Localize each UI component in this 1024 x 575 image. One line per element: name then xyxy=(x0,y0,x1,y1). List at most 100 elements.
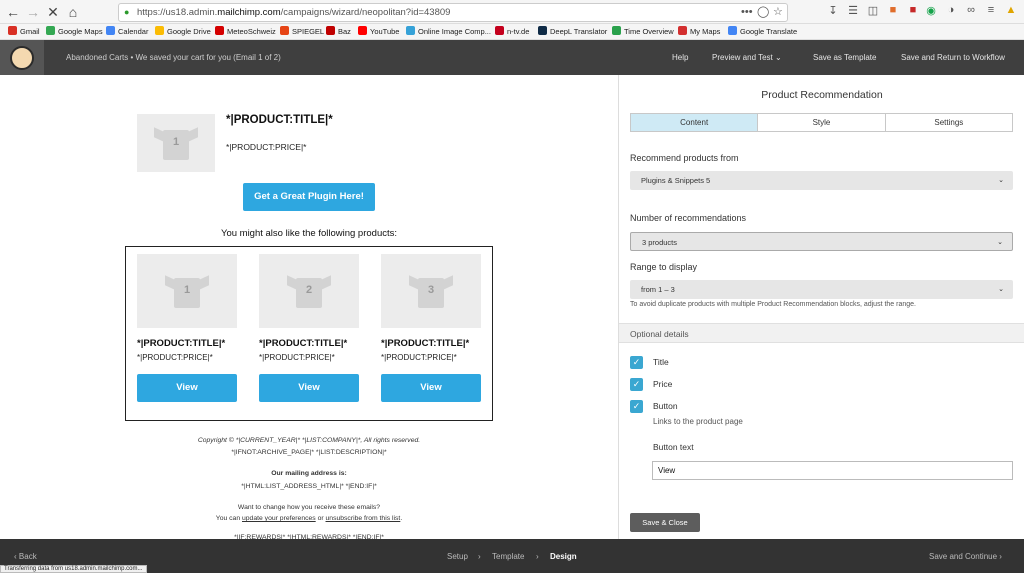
tshirt-icon: 1 xyxy=(154,126,198,160)
step-setup[interactable]: Setup xyxy=(447,539,468,575)
bookmark-meteoschweiz[interactable]: MeteoSchweiz xyxy=(215,24,276,40)
sidebar-icon[interactable]: ◫ xyxy=(866,4,880,17)
title-checkbox[interactable]: ✓ xyxy=(630,356,643,369)
library-icon[interactable]: ☰ xyxy=(846,4,860,17)
product-title: *|PRODUCT:TITLE|* xyxy=(259,338,348,349)
button-text-input[interactable]: View xyxy=(652,461,1013,480)
view-button[interactable]: View xyxy=(259,374,359,402)
bookmark-favicon-icon xyxy=(538,26,547,35)
tshirt-icon: 1 xyxy=(165,274,209,308)
chevron-left-icon: ‹ xyxy=(14,552,17,561)
bookmark-favicon-icon xyxy=(280,26,289,35)
save-as-template-link[interactable]: Save as Template xyxy=(813,40,876,75)
bookmark-favicon-icon xyxy=(155,26,164,35)
bookmark-gmail[interactable]: Gmail xyxy=(8,24,40,40)
bookmark-ntv[interactable]: n-tv.de xyxy=(495,24,529,40)
recommend-from-select[interactable]: Plugins & Snippets 5 ⌄ xyxy=(630,171,1013,190)
bookmark-deepl[interactable]: DeepL Translator xyxy=(538,24,607,40)
extension-icon[interactable]: ∞ xyxy=(964,4,978,16)
bookmark-youtube[interactable]: YouTube xyxy=(358,24,399,40)
save-and-return-link[interactable]: Save and Return to Workflow xyxy=(901,40,1005,75)
button-checkbox[interactable]: ✓ xyxy=(630,400,643,413)
notification-icon[interactable]: ▲ xyxy=(1004,4,1018,16)
bookmark-favicon-icon xyxy=(678,26,687,35)
extension-icon[interactable]: ◑ xyxy=(944,4,958,16)
extension-icon[interactable]: ■ xyxy=(886,4,900,16)
block-editor-panel: Product Recommendation Content Style Set… xyxy=(618,75,1024,539)
view-button[interactable]: View xyxy=(381,374,481,402)
button-hint: Links to the product page xyxy=(653,417,743,426)
tab-settings[interactable]: Settings xyxy=(886,114,1012,131)
product-image: 1 xyxy=(137,254,237,328)
bookmark-favicon-icon xyxy=(46,26,55,35)
tab-content[interactable]: Content xyxy=(631,114,759,131)
recommend-from-label: Recommend products from xyxy=(630,153,739,163)
back-arrow-icon[interactable]: ← xyxy=(4,3,22,21)
bookmark-my-maps[interactable]: My Maps xyxy=(678,24,720,40)
button-text-label: Button text xyxy=(653,442,694,452)
title-checkbox-label: Title xyxy=(653,357,669,367)
download-icon[interactable]: ↧ xyxy=(826,4,840,17)
product-price: *|PRODUCT:PRICE|* xyxy=(137,353,213,362)
chevron-right-icon: › xyxy=(478,552,481,561)
wizard-footer: ‹ Back Setup › Template › Design Save an… xyxy=(0,539,1024,573)
range-hint: To avoid duplicate products with multipl… xyxy=(630,301,916,308)
grammarly-icon[interactable]: ◉ xyxy=(924,4,938,17)
mailchimp-logo-icon[interactable] xyxy=(0,40,44,75)
range-label: Range to display xyxy=(630,262,698,272)
step-template[interactable]: Template xyxy=(492,539,524,575)
bookmark-google-translate[interactable]: Google Translate xyxy=(728,24,797,40)
menu-icon[interactable]: ≡ xyxy=(984,4,998,16)
pocket-icon[interactable]: ◯ xyxy=(757,4,769,21)
tab-style[interactable]: Style xyxy=(758,114,886,131)
bookmarks-bar: Gmail Google Maps Calendar Google Drive … xyxy=(0,24,1024,40)
forward-arrow-icon[interactable]: → xyxy=(24,3,42,21)
main-product-title: *|PRODUCT:TITLE|* xyxy=(226,114,333,126)
home-icon[interactable]: ⌂ xyxy=(64,3,82,21)
chevron-right-icon: › xyxy=(999,552,1002,561)
bookmark-favicon-icon xyxy=(406,26,415,35)
number-of-recommendations-label: Number of recommendations xyxy=(630,213,747,223)
bookmark-spiegel[interactable]: SPIEGEL xyxy=(280,24,324,40)
bookmark-favicon-icon xyxy=(8,26,17,35)
number-of-recommendations-select[interactable]: 3 products ⌄ xyxy=(630,232,1013,251)
bookmark-online-image-comp[interactable]: Online Image Comp... xyxy=(406,24,491,40)
url-bar[interactable]: ● https://us18.admin.mailchimp.com/campai… xyxy=(118,3,788,22)
save-and-continue-button[interactable]: Save and Continue › xyxy=(929,539,1002,575)
product-price: *|PRODUCT:PRICE|* xyxy=(259,353,335,362)
product-image: 2 xyxy=(259,254,359,328)
chevron-down-icon: ⌄ xyxy=(997,239,1003,246)
panel-title: Product Recommendation xyxy=(761,89,883,101)
tshirt-icon: 2 xyxy=(287,274,331,308)
product-image: 3 xyxy=(381,254,481,328)
save-and-close-button[interactable]: Save & Close xyxy=(630,513,700,532)
main-product-price: *|PRODUCT:PRICE|* xyxy=(226,142,307,152)
bookmark-favicon-icon xyxy=(728,26,737,35)
cta-button[interactable]: Get a Great Plugin Here! xyxy=(243,183,375,211)
product-recommendation-block[interactable]: 1 *|PRODUCT:TITLE|* *|PRODUCT:PRICE|* Vi… xyxy=(125,246,493,421)
breadcrumb: Abandoned Carts • We saved your cart for… xyxy=(66,53,281,62)
preview-and-test-menu[interactable]: Preview and Test ⌄ xyxy=(712,40,782,75)
bookmark-favicon-icon xyxy=(326,26,335,35)
bookmark-baz[interactable]: Baz xyxy=(326,24,351,40)
bookmark-favicon-icon xyxy=(495,26,504,35)
bookmark-calendar[interactable]: Calendar xyxy=(106,24,148,40)
range-select[interactable]: from 1 – 3 ⌄ xyxy=(630,280,1013,299)
stop-loading-icon[interactable]: ✕ xyxy=(44,3,62,21)
bookmark-google-drive[interactable]: Google Drive xyxy=(155,24,211,40)
bookmark-favicon-icon xyxy=(215,26,224,35)
view-button[interactable]: View xyxy=(137,374,237,402)
page-actions-icon[interactable]: ••• xyxy=(741,4,753,21)
optional-details-section[interactable]: Optional details xyxy=(619,323,1024,343)
bookmark-star-icon[interactable]: ☆ xyxy=(773,4,783,21)
bookmark-google-maps[interactable]: Google Maps xyxy=(46,24,103,40)
tshirt-icon: 3 xyxy=(409,274,453,308)
help-link[interactable]: Help xyxy=(672,40,688,75)
bookmark-time-overview[interactable]: Time Overview xyxy=(612,24,674,40)
browser-toolbar: ← → ✕ ⌂ ● https://us18.admin.mailchimp.co… xyxy=(0,0,1024,24)
product-title: *|PRODUCT:TITLE|* xyxy=(137,338,226,349)
product-title: *|PRODUCT:TITLE|* xyxy=(381,338,470,349)
extension-icon[interactable]: ■ xyxy=(906,4,920,16)
step-design[interactable]: Design xyxy=(550,539,577,575)
price-checkbox[interactable]: ✓ xyxy=(630,378,643,391)
